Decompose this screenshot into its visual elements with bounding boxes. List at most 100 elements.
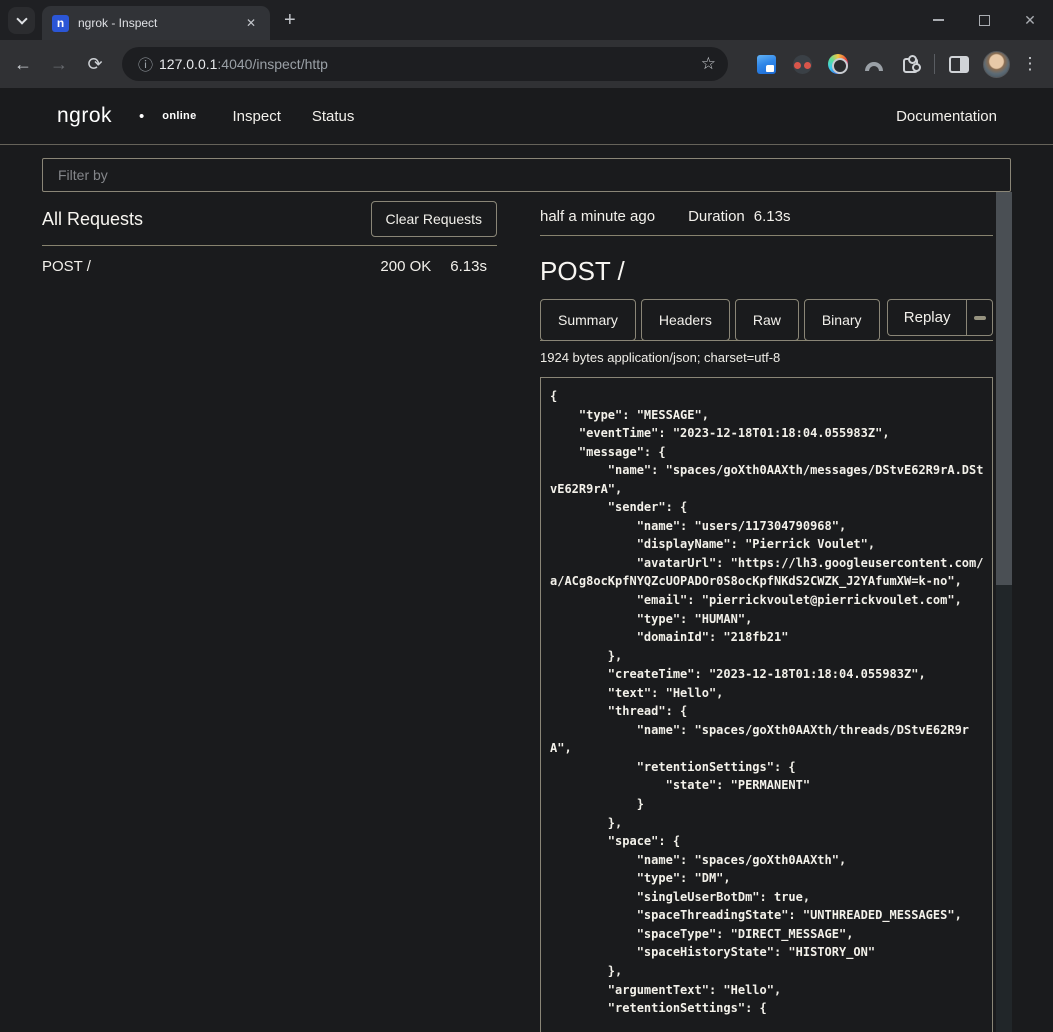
json-line: "name": "spaces/goXth0AAXth/messages/DSt… [550, 461, 983, 480]
maximize-button[interactable] [961, 0, 1007, 40]
json-line: a/ACg8ocKpfNYQZcUOPADOr0S8ocKpfNKdS2CWZK… [550, 572, 983, 591]
content-container: All Requests Clear Requests POST / 200 O… [0, 158, 1053, 1032]
site-header: ngrok • online Inspect Status Documentat… [0, 88, 1053, 145]
json-line: "retentionSettings": { [550, 758, 983, 777]
json-line: "name": "spaces/goXth0AAXth/threads/DStv… [550, 721, 983, 740]
maximize-icon [979, 15, 990, 26]
nav-inspect-link[interactable]: Inspect [233, 108, 281, 125]
color-lens-icon [828, 54, 848, 74]
json-line: "space": { [550, 832, 983, 851]
panel-scrollbar[interactable] [996, 192, 1012, 1032]
json-line: "text": "Hello", [550, 684, 983, 703]
json-line: "spaceType": "DIRECT_MESSAGE", [550, 925, 983, 944]
json-line: "spaceThreadingState": "UNTHREADED_MESSA… [550, 906, 983, 925]
extensions-area: ⋮ [748, 51, 1044, 78]
json-line: { [550, 387, 983, 406]
request-duration: 6.13s [450, 258, 487, 275]
request-list-panel: All Requests Clear Requests POST / 200 O… [42, 192, 497, 275]
json-line: "thread": { [550, 702, 983, 721]
nav-status-link[interactable]: Status [312, 108, 355, 125]
ngrok-favicon-icon: n [52, 15, 69, 32]
json-line: "sender": { [550, 498, 983, 517]
url-host: 127.0.0.1 [159, 56, 217, 72]
json-line: "message": { [550, 443, 983, 462]
url-path: :4040/inspect/http [217, 56, 328, 72]
window-controls: ✕ [915, 0, 1053, 40]
json-line: "avatarUrl": "https://lh3.googleusercont… [550, 554, 983, 573]
body-content-type: 1924 bytes application/json; charset=utf… [540, 350, 993, 365]
arc-extension-button[interactable] [862, 52, 886, 76]
request-status: 200 OK [380, 258, 431, 275]
duration-label: Duration [688, 208, 745, 225]
request-list-title: All Requests [42, 209, 143, 230]
json-line: }, [550, 962, 983, 981]
reload-button[interactable]: ⟳ [77, 46, 113, 82]
json-line: "domainId": "218fb21" [550, 628, 983, 647]
address-bar[interactable]: ⓘ 127.0.0.1:4040/inspect/http ☆ [122, 47, 728, 81]
toolbar-separator [934, 54, 935, 74]
browser-window: n ngrok - Inspect ✕ + ✕ ← → ⟳ ⓘ 127.0.0.… [0, 0, 1053, 1032]
ngrok-inspect-page: ngrok • online Inspect Status Documentat… [0, 88, 1053, 1032]
json-line: "state": "PERMANENT" [550, 776, 983, 795]
tab-title: ngrok - Inspect [78, 16, 242, 30]
replay-options-button[interactable] [967, 299, 993, 336]
json-line: "singleUserBotDm": true, [550, 888, 983, 907]
json-line: "createTime": "2023-12-18T01:18:04.05598… [550, 665, 983, 684]
request-detail-panel: half a minute ago Duration 6.13s POST / … [540, 192, 1011, 1032]
status-dot-icon: • [139, 108, 144, 125]
request-row[interactable]: POST / 200 OK 6.13s [42, 246, 497, 275]
forward-button[interactable]: → [41, 46, 77, 82]
url-text: 127.0.0.1:4040/inspect/http [159, 56, 693, 72]
json-line: "type": "DM", [550, 869, 983, 888]
extensions-menu-button[interactable] [898, 52, 922, 76]
screenshot-extension-button[interactable] [754, 52, 778, 76]
browser-toolbar: ← → ⟳ ⓘ 127.0.0.1:4040/inspect/http ☆ ⋮ [0, 40, 1053, 88]
json-line: "email": "pierrickvoulet@pierrickvoulet.… [550, 591, 983, 610]
tab-close-icon[interactable]: ✕ [242, 14, 260, 32]
close-window-button[interactable]: ✕ [1007, 0, 1053, 40]
tab-raw[interactable]: Raw [735, 299, 799, 341]
json-line: "retentionSettings": { [550, 999, 983, 1018]
camera-extension-button[interactable] [826, 52, 850, 76]
side-panel-button[interactable] [947, 52, 971, 76]
request-time-ago: half a minute ago [540, 208, 655, 225]
replay-button-group: Replay [887, 299, 994, 336]
json-line: "type": "HUMAN", [550, 610, 983, 629]
replay-options-icon [974, 316, 986, 320]
replay-button[interactable]: Replay [887, 299, 968, 336]
filter-input[interactable] [42, 158, 1011, 192]
site-info-icon[interactable]: ⓘ [138, 54, 153, 75]
json-line: "spaceHistoryState": "HISTORY_ON" [550, 943, 983, 962]
minimize-button[interactable] [915, 0, 961, 40]
tab-summary[interactable]: Summary [540, 299, 636, 341]
ngrok-logo[interactable]: ngrok [57, 104, 112, 128]
bookmark-star-icon[interactable]: ☆ [701, 54, 716, 74]
new-tab-button[interactable]: + [284, 9, 296, 32]
minimize-icon [933, 19, 944, 21]
profile-avatar[interactable] [983, 51, 1010, 78]
side-panel-icon [949, 56, 969, 73]
status-badge: online [162, 110, 196, 122]
spy-extension-button[interactable] [790, 52, 814, 76]
browser-menu-button[interactable]: ⋮ [1016, 54, 1044, 74]
tab-search-button[interactable] [8, 7, 35, 34]
tab-headers[interactable]: Headers [641, 299, 730, 341]
chevron-down-icon [16, 13, 27, 24]
json-line: "type": "MESSAGE", [550, 406, 983, 425]
detail-title: POST / [540, 256, 993, 287]
back-button[interactable]: ← [5, 46, 41, 82]
request-body-json[interactable]: { "type": "MESSAGE", "eventTime": "2023-… [540, 377, 993, 1032]
duration-value: 6.13s [754, 208, 791, 225]
tab-binary[interactable]: Binary [804, 299, 880, 341]
titlebar: n ngrok - Inspect ✕ + ✕ [0, 0, 1053, 40]
json-line: "displayName": "Pierrick Voulet", [550, 535, 983, 554]
clear-requests-button[interactable]: Clear Requests [371, 201, 498, 237]
json-line: } [550, 795, 983, 814]
documentation-link[interactable]: Documentation [896, 108, 997, 125]
json-line: "argumentText": "Hello", [550, 981, 983, 1000]
blue-window-icon [757, 55, 776, 74]
panel-scrollbar-thumb[interactable] [996, 192, 1012, 585]
browser-tab[interactable]: n ngrok - Inspect ✕ [42, 6, 270, 40]
goggles-icon [793, 55, 812, 74]
request-method-path: POST / [42, 258, 380, 275]
